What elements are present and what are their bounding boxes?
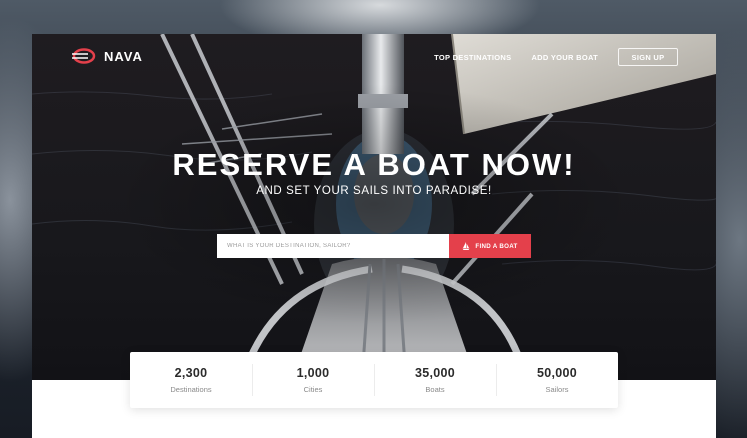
hero-section: NAVA TOP DESTINATIONS ADD YOUR BOAT SIGN… [32, 34, 716, 380]
hero-headline: RESERVE A BOAT NOW! [172, 147, 576, 182]
stat-label: Destinations [170, 385, 212, 394]
destination-search-input[interactable] [217, 234, 449, 258]
stat-value: 2,300 [174, 366, 208, 380]
top-navigation: TOP DESTINATIONS ADD YOUR BOAT SIGN UP [434, 48, 678, 66]
nav-add-your-boat[interactable]: ADD YOUR BOAT [531, 53, 598, 62]
destination-search: FIND A BOAT [217, 234, 531, 258]
stat-cities: 1,000 Cities [252, 352, 374, 408]
hero-subline: AND SET YOUR SAILS INTO PARADISE! [256, 185, 492, 197]
stat-label: Boats [425, 385, 445, 394]
find-a-boat-button[interactable]: FIND A BOAT [449, 234, 531, 258]
nav-top-destinations[interactable]: TOP DESTINATIONS [434, 53, 511, 62]
hero-overlay [32, 34, 716, 380]
stat-value: 1,000 [296, 366, 330, 380]
stats-card: 2,300 Destinations 1,000 Cities 35,000 B… [130, 352, 618, 408]
stat-value: 35,000 [414, 366, 456, 380]
stat-sailors: 50,000 Sailors [496, 352, 618, 408]
brand-name: NAVA [104, 48, 143, 64]
sign-up-button[interactable]: SIGN UP [618, 48, 678, 66]
sailboat-icon [462, 242, 470, 250]
stat-label: Cities [303, 385, 323, 394]
website-mockup: NAVA TOP DESTINATIONS ADD YOUR BOAT SIGN… [32, 34, 716, 438]
stat-destinations: 2,300 Destinations [130, 352, 252, 408]
brand-logo[interactable]: NAVA [70, 48, 143, 64]
stat-boats: 35,000 Boats [374, 352, 496, 408]
find-a-boat-label: FIND A BOAT [475, 242, 518, 250]
nava-logo-icon [72, 48, 96, 64]
stat-label: Sailors [545, 385, 569, 394]
stat-value: 50,000 [536, 366, 578, 380]
